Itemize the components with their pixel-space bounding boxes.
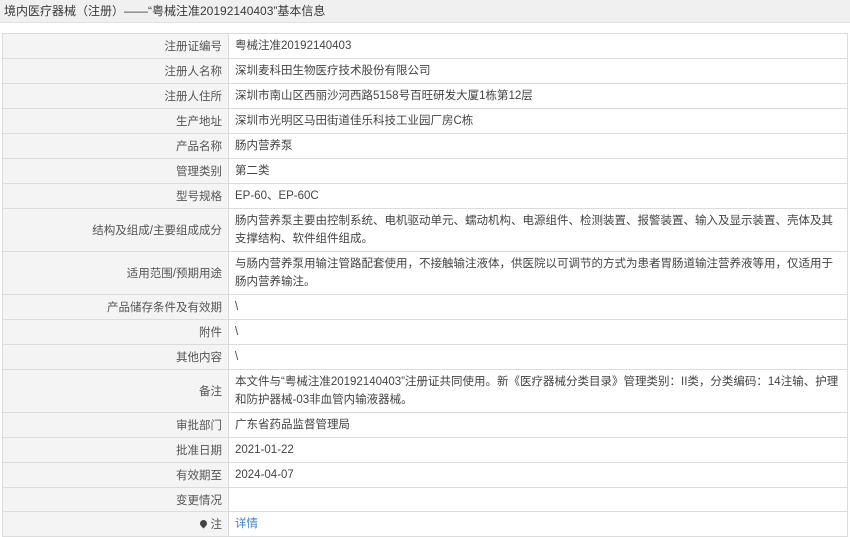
row-value: 深圳麦科田生物医疗技术股份有限公司 bbox=[228, 58, 848, 84]
row-label: 附件 bbox=[2, 319, 229, 345]
page-title: 境内医疗器械（注册）——“粤械注准20192140403”基本信息 bbox=[0, 0, 850, 23]
row-value: 深圳市光明区马田街道佳乐科技工业园厂房C栋 bbox=[228, 108, 848, 134]
table-row: 产品名称 肠内营养泵 bbox=[2, 133, 848, 159]
info-table: 注册证编号 粤械注准20192140403 注册人名称 深圳麦科田生物医疗技术股… bbox=[2, 33, 848, 537]
row-value: 2021-01-22 bbox=[228, 437, 848, 463]
row-value: 深圳市南山区西丽沙河西路5158号百旺研发大厦1栋第12层 bbox=[228, 83, 848, 109]
note-label-cell: 注 bbox=[2, 511, 229, 537]
row-label: 注册人名称 bbox=[2, 58, 229, 84]
table-row: 其他内容 \ bbox=[2, 344, 848, 370]
row-label: 生产地址 bbox=[2, 108, 229, 134]
row-value: 广东省药品监督管理局 bbox=[228, 412, 848, 438]
table-row: 型号规格 EP-60、EP-60C bbox=[2, 183, 848, 209]
table-row: 附件 \ bbox=[2, 319, 848, 345]
table-row: 有效期至 2024-04-07 bbox=[2, 462, 848, 488]
info-table-container: 注册证编号 粤械注准20192140403 注册人名称 深圳麦科田生物医疗技术股… bbox=[0, 23, 850, 537]
row-label: 备注 bbox=[2, 369, 229, 413]
table-row: 管理类别 第二类 bbox=[2, 158, 848, 184]
row-value: \ bbox=[228, 319, 848, 345]
note-label: 注 bbox=[210, 519, 223, 531]
row-value: 第二类 bbox=[228, 158, 848, 184]
row-value bbox=[228, 487, 848, 512]
row-value: 与肠内营养泵用输注管路配套使用，不接触输注液体，供医院以可调节的方式为患者胃肠道… bbox=[228, 251, 848, 295]
row-value: 肠内营养泵 bbox=[228, 133, 848, 159]
row-value: 2024-04-07 bbox=[228, 462, 848, 488]
details-link[interactable]: 详情 bbox=[235, 518, 258, 530]
table-row: 适用范围/预期用途 与肠内营养泵用输注管路配套使用，不接触输注液体，供医院以可调… bbox=[2, 251, 848, 295]
row-label: 产品储存条件及有效期 bbox=[2, 294, 229, 320]
row-value: 肠内营养泵主要由控制系统、电机驱动单元、蠕动机构、电源组件、检测装置、报警装置、… bbox=[228, 208, 848, 252]
table-row-note: 注 详情 bbox=[2, 511, 848, 537]
row-label: 变更情况 bbox=[2, 487, 229, 512]
table-row: 变更情况 bbox=[2, 487, 848, 512]
row-label: 注册证编号 bbox=[2, 33, 229, 59]
table-row: 生产地址 深圳市光明区马田街道佳乐科技工业园厂房C栋 bbox=[2, 108, 848, 134]
row-label: 适用范围/预期用途 bbox=[2, 251, 229, 295]
row-label: 产品名称 bbox=[2, 133, 229, 159]
row-value: \ bbox=[228, 344, 848, 370]
row-label: 有效期至 bbox=[2, 462, 229, 488]
table-row: 结构及组成/主要组成成分 肠内营养泵主要由控制系统、电机驱动单元、蠕动机构、电源… bbox=[2, 208, 848, 252]
row-label: 注册人住所 bbox=[2, 83, 229, 109]
pin-icon bbox=[198, 518, 208, 529]
row-value: 粤械注准20192140403 bbox=[228, 33, 848, 59]
row-value: 本文件与“粤械注准20192140403”注册证共同使用。新《医疗器械分类目录》… bbox=[228, 369, 848, 413]
row-value: EP-60、EP-60C bbox=[228, 183, 848, 209]
row-label: 结构及组成/主要组成成分 bbox=[2, 208, 229, 252]
row-label: 管理类别 bbox=[2, 158, 229, 184]
table-row: 审批部门 广东省药品监督管理局 bbox=[2, 412, 848, 438]
row-label: 其他内容 bbox=[2, 344, 229, 370]
table-row: 备注 本文件与“粤械注准20192140403”注册证共同使用。新《医疗器械分类… bbox=[2, 369, 848, 413]
table-row: 批准日期 2021-01-22 bbox=[2, 437, 848, 463]
row-label: 批准日期 bbox=[2, 437, 229, 463]
table-row: 产品储存条件及有效期 \ bbox=[2, 294, 848, 320]
row-label: 审批部门 bbox=[2, 412, 229, 438]
table-row: 注册证编号 粤械注准20192140403 bbox=[2, 33, 848, 59]
note-value-cell: 详情 bbox=[228, 511, 848, 537]
row-value: \ bbox=[228, 294, 848, 320]
row-label: 型号规格 bbox=[2, 183, 229, 209]
table-row: 注册人住所 深圳市南山区西丽沙河西路5158号百旺研发大厦1栋第12层 bbox=[2, 83, 848, 109]
table-row: 注册人名称 深圳麦科田生物医疗技术股份有限公司 bbox=[2, 58, 848, 84]
